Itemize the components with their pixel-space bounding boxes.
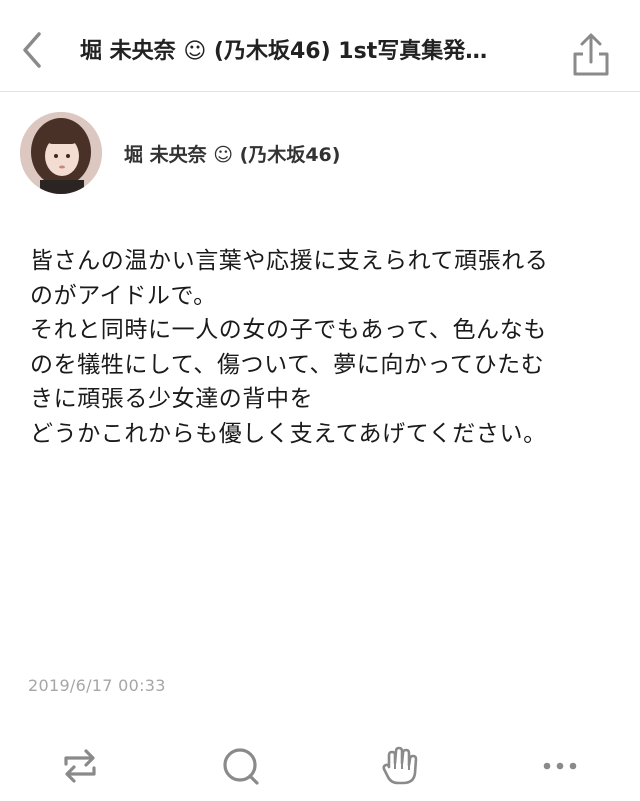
more-icon	[543, 762, 577, 770]
more-button[interactable]	[538, 744, 582, 788]
share-icon	[573, 33, 609, 76]
post-body: 皆さんの温かい言葉や応援に支えられて頑張れる のがアイドルで。 それと同時に一人…	[30, 248, 549, 447]
back-button[interactable]	[14, 30, 50, 70]
author-row[interactable]: 堀 未央奈 ☺ (乃木坂46)	[20, 112, 620, 196]
repost-icon	[64, 749, 96, 783]
avatar-image	[20, 112, 102, 194]
share-button[interactable]	[568, 30, 614, 78]
action-bar	[0, 736, 640, 796]
comment-icon	[223, 748, 259, 785]
comment-button[interactable]	[218, 744, 262, 788]
author-name[interactable]: 堀 未央奈 ☺ (乃木坂46)	[124, 140, 340, 167]
clap-button[interactable]	[378, 744, 422, 788]
repost-button[interactable]	[58, 744, 102, 788]
page-title: 堀 未央奈 ☺ (乃木坂46) 1st写真集発…	[80, 39, 488, 64]
avatar[interactable]	[20, 112, 102, 194]
clap-icon	[382, 746, 418, 785]
post-timestamp: 2019/6/17 00:33	[28, 676, 166, 695]
chevron-left-icon	[23, 32, 41, 68]
top-bar: 堀 未央奈 ☺ (乃木坂46) 1st写真集発…	[0, 0, 640, 92]
